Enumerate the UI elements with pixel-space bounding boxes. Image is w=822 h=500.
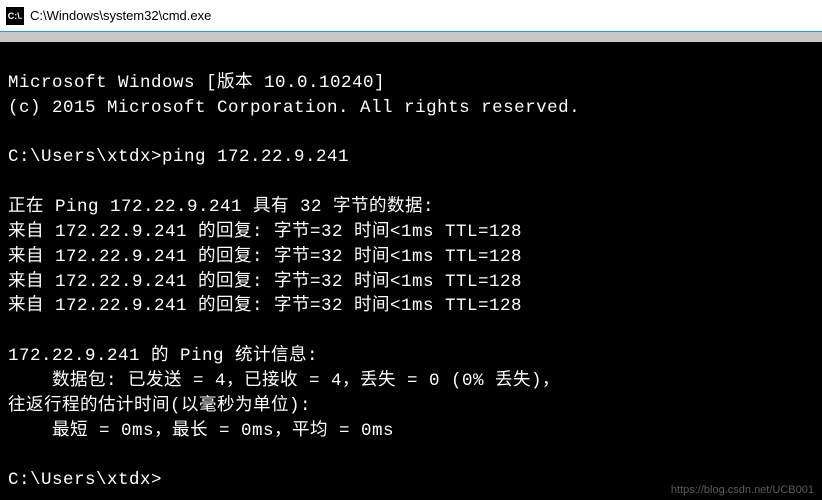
console-output[interactable]: Microsoft Windows [版本 10.0.10240] (c) 20… [0, 42, 822, 497]
copyright-line: (c) 2015 Microsoft Corporation. All righ… [8, 98, 580, 118]
ping-reply-line: 来自 172.22.9.241 的回复: 字节=32 时间<1ms TTL=12… [8, 272, 522, 292]
ping-stats-packets: 数据包: 已发送 = 4，已接收 = 4，丢失 = 0 (0% 丢失)， [8, 371, 560, 391]
watermark: https://blog.csdn.net/UCB001 [671, 484, 814, 496]
os-version-line: Microsoft Windows [版本 10.0.10240] [8, 73, 385, 93]
prompt-line-2[interactable]: C:\Users\xtdx> [8, 470, 162, 490]
window-top-edge [0, 32, 822, 42]
cmd-icon: C:\. [6, 7, 24, 25]
window-title-bar[interactable]: C:\. C:\Windows\system32\cmd.exe [0, 0, 822, 32]
rtt-header: 往返行程的估计时间(以毫秒为单位): [8, 396, 311, 416]
ping-reply-line: 来自 172.22.9.241 的回复: 字节=32 时间<1ms TTL=12… [8, 222, 522, 242]
ping-reply-line: 来自 172.22.9.241 的回复: 字节=32 时间<1ms TTL=12… [8, 296, 522, 316]
ping-header-line: 正在 Ping 172.22.9.241 具有 32 字节的数据: [8, 197, 434, 217]
ping-reply-line: 来自 172.22.9.241 的回复: 字节=32 时间<1ms TTL=12… [8, 247, 522, 267]
rtt-values: 最短 = 0ms，最长 = 0ms，平均 = 0ms [8, 421, 394, 441]
ping-stats-header: 172.22.9.241 的 Ping 统计信息: [8, 346, 318, 366]
prompt-line-1: C:\Users\xtdx>ping 172.22.9.241 [8, 147, 349, 167]
window-title: C:\Windows\system32\cmd.exe [30, 8, 211, 23]
